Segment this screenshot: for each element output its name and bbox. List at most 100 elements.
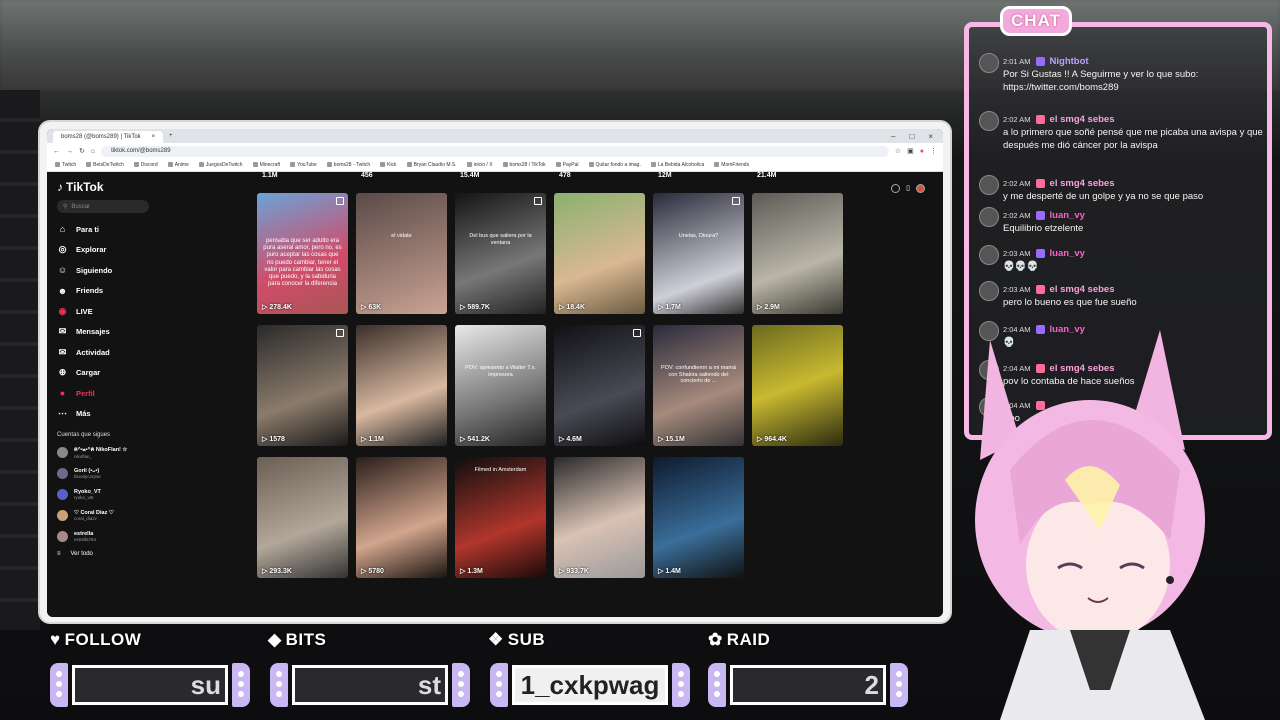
sidebar-item-upload[interactable]: ⊕ Cargar [57,363,149,384]
bookmark-item[interactable]: Discord [134,162,158,168]
sidebar-nav: ⌂ Para ti ◎ Explorar ☺ Siguiendo ☻ Friends ◉ LIVE… [57,219,149,424]
video-tile[interactable]: ▷ 2.9M [752,193,843,314]
bookmark-item[interactable]: PayPal [556,162,579,168]
star-icon[interactable]: ☆ [895,147,901,155]
sidebar-item-home[interactable]: ⌂ Para ti [57,219,149,240]
profile-icon[interactable]: ● [920,148,924,155]
badge-icon [1035,284,1045,294]
bookmark-item[interactable]: boms28 / TikTok [503,162,546,168]
video-tile[interactable]: ▷ 1578 [257,325,348,446]
view-count: 12M [658,172,672,179]
video-tile[interactable]: Unelas, Dioura? ▷ 1.7M [653,193,744,314]
bookmark-item[interactable]: Twitch [55,162,76,168]
following-user: ryoko_vt6 [74,495,94,500]
view-count: 1.7M [665,304,681,311]
video-tile[interactable]: ▷ 1.4M [653,457,744,578]
bookmark-item[interactable]: JuegosDeTwitch [199,162,243,168]
device-icon[interactable]: ▯ [906,184,910,193]
following-text: Ryoko_VT ryoko_vt6 [74,489,101,500]
sidebar-item-live[interactable]: ◉ LIVE [57,301,149,322]
video-tile[interactable]: ▷ 293.3K [257,457,348,578]
video-tile[interactable]: ▷ 933.7K [554,457,645,578]
video-tile[interactable]: Filmed in Amsterdam ▷ 1.3M [455,457,546,578]
settings-icon[interactable] [891,184,901,193]
bookmark-item[interactable]: MomFriends [714,162,749,168]
video-tile[interactable]: POV: apresento a Walter T.s. impresora ▷ … [455,325,546,446]
video-tile[interactable]: pensaba que ser adulto era pura aseral a… [257,193,348,314]
bookmark-item[interactable]: Bryan Claudio M.S. [407,162,457,168]
badge-icon [1035,248,1045,258]
url-input[interactable]: tiktok.com/@boms289 [101,145,889,157]
following-item[interactable]: ♡ Coral Diaz ♡ coral_diazv [57,505,149,526]
close-window-icon[interactable]: × [928,132,933,141]
sidebar-item-compass[interactable]: ◎ Explorar [57,240,149,261]
bookmark-item[interactable]: inicio / X [467,162,493,168]
search-input[interactable]: ⚲ Buscar [57,200,149,213]
video-tile[interactable]: ▷ 5780 [356,457,447,578]
reload-icon[interactable]: ↻ [79,147,85,155]
video-tile[interactable]: ▷ 1.1M [356,325,447,446]
bookmark-item[interactable]: boms28 - Twitch [327,162,370,168]
heart-icon: ♥ [50,630,61,649]
view-count: 5780 [368,568,384,575]
video-caption: Unelas, Dioura? [678,233,719,239]
sidebar-item-friends[interactable]: ☻ Friends [57,281,149,302]
see-all-link[interactable]: ≡ Ver todo [57,551,149,557]
sidebar-item-profile[interactable]: ● Perfil [57,383,149,404]
bookmark-item[interactable]: La Bebida Alcoholica [651,162,704,168]
bookmark-item[interactable]: Anime [168,162,189,168]
chat-username: luan_vy [1049,209,1085,221]
tiktok-sidebar: ♪ TikTok ⚲ Buscar ⌂ Para ti ◎ Explorar ☺ Sigu… [47,172,159,617]
new-tab-icon[interactable]: + [169,133,173,139]
sidebar-item-activity[interactable]: ✉ Actividad [57,342,149,363]
video-tile[interactable]: ▷ 4.6M [554,325,645,446]
joycon-left [708,663,726,707]
sidebar-item-more[interactable]: ⋯ Más [57,404,149,425]
badge-icon [1035,210,1045,220]
vtuber-avatar [975,330,1205,720]
bar-value: 2 [730,665,886,705]
back-icon[interactable]: ← [53,148,60,155]
close-icon[interactable]: × [151,134,155,140]
chat-message-header: 2:02 AM el smg4 sebes [1003,177,1263,189]
chat-time: 2:03 AM [1003,284,1031,294]
browser-window: boms28 (@boms289) | TikTok × + – □ × ← →… [47,129,943,617]
bookmark-item[interactable]: Kick [380,162,396,168]
sidebar-item-following[interactable]: ☺ Siguiendo [57,260,149,281]
view-count-row: ▷ 18.4K [559,303,585,311]
tiktok-logo[interactable]: ♪ TikTok [57,180,149,194]
following-item[interactable]: Gorii (•ᴗ•) bloodycorpse [57,463,149,484]
video-tile[interactable]: el vidate ▷ 63K [356,193,447,314]
video-tile[interactable]: POV: confundieron a mi mamá con Shakira … [653,325,744,446]
bookmark-item[interactable]: Minecraft [253,162,281,168]
bookmark-item[interactable]: YouTube [290,162,317,168]
joycon-button-icon [238,671,244,677]
view-count: 456 [361,172,373,179]
forward-icon[interactable]: → [66,148,73,155]
avatar[interactable] [916,184,925,193]
home-icon[interactable]: ⌂ [91,148,95,155]
following-item[interactable]: Ryoko_VT ryoko_vt6 [57,484,149,505]
browser-tab[interactable]: boms28 (@boms289) | TikTok × [53,131,163,143]
joycon-button-icon [458,681,464,687]
joycon-button-icon [714,681,720,687]
bookmark-item[interactable]: BetsDeTwitch [86,162,124,168]
following-name: ฅ^•ﻌ•^ฅ NikoFlan! ☆ [74,447,128,453]
sidebar-item-messages[interactable]: ✉ Mensajes [57,322,149,343]
video-tile[interactable]: ▷ 18.4K [554,193,645,314]
extensions-icon[interactable]: ▣ [907,147,914,155]
following-item[interactable]: ฅ^•ﻌ•^ฅ NikoFlan! ☆ nikoflan_ [57,442,149,463]
maximize-icon[interactable]: □ [909,132,914,141]
menu-icon[interactable]: ⋮ [930,147,937,155]
following-user: estrella764 [74,537,97,542]
minimize-icon[interactable]: – [891,132,895,141]
chat-message: 2:01 AM Nightbot Por Si Gustas !! A Seguir… [1003,55,1263,95]
browser-titlebar: boms28 (@boms289) | TikTok × + – □ × [47,129,943,143]
bookmark-item[interactable]: Quitar fondo a imag. [589,162,641,168]
video-tile[interactable]: Del bus que saliera por la ventana ▷ 589.… [455,193,546,314]
following-item[interactable]: estrella estrella764 [57,526,149,547]
chat-username: el smg4 sebes [1049,113,1115,125]
video-tile[interactable]: ▷ 964.4K [752,325,843,446]
view-count: 278.4K [269,304,292,311]
view-count: 589.7K [467,304,490,311]
